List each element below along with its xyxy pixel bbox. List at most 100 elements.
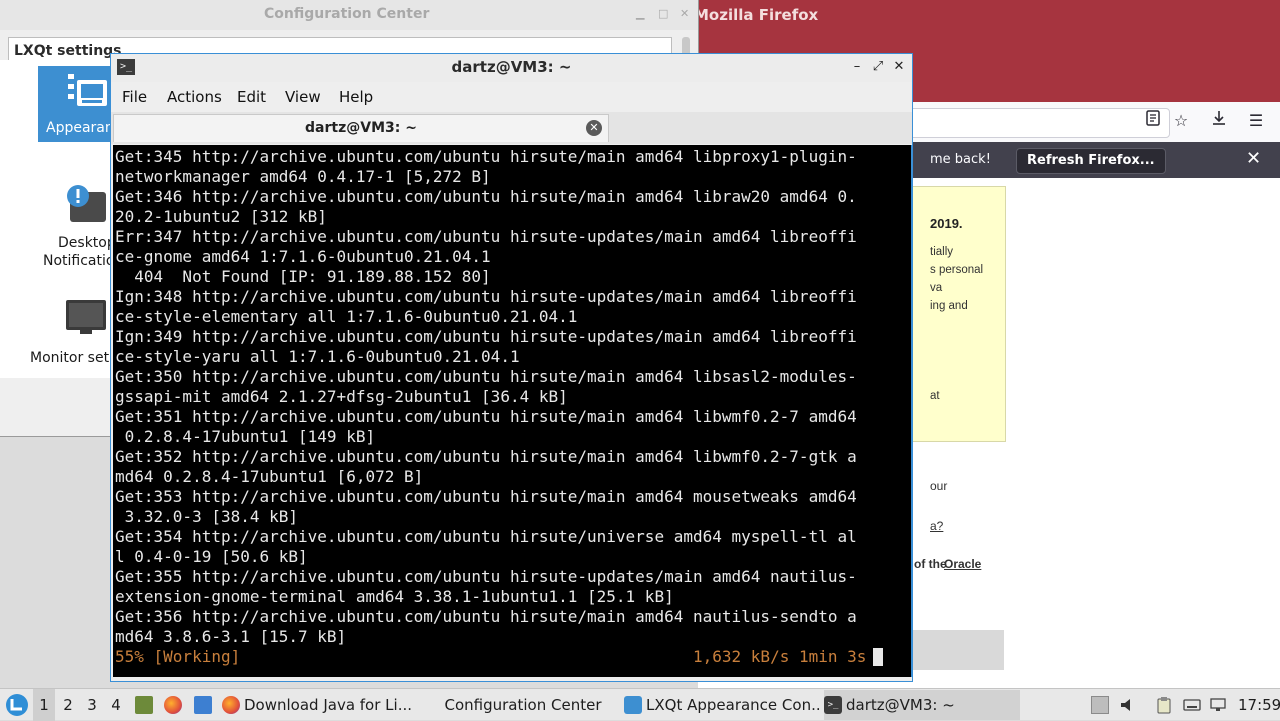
desktop-icon	[194, 696, 212, 714]
desktop-switch-2[interactable]: 2	[57, 689, 79, 721]
taskbar: 1 2 3 4 Download Java for Li... Configur…	[0, 688, 1280, 721]
desktop-switch-4[interactable]: 4	[105, 689, 127, 721]
tray-expand-icon	[1091, 696, 1109, 714]
page-text: our	[930, 479, 948, 493]
task-configuration-center[interactable]: Configuration Center	[428, 690, 618, 720]
terminal-tab[interactable]: dartz@VM3: ~ ✕	[113, 114, 609, 142]
text-cursor	[873, 648, 883, 666]
terminal-line: ce-style-yaru all 1:7.1.6-0ubuntu0.21.04…	[115, 347, 520, 366]
terminal-line: ce-style-elementary all 1:7.1.6-0ubuntu0…	[115, 307, 578, 326]
terminal-line: Get:354 http://archive.ubuntu.com/ubuntu…	[115, 527, 857, 546]
close-icon[interactable]: ✕	[889, 57, 909, 77]
close-icon[interactable]: ✕	[1246, 148, 1261, 169]
terminal-line: Get:346 http://archive.ubuntu.com/ubuntu…	[115, 187, 857, 206]
minimize-icon[interactable]: ▁	[636, 7, 644, 20]
terminal-line: Get:350 http://archive.ubuntu.com/ubuntu…	[115, 367, 857, 386]
monitor-icon	[64, 298, 108, 338]
appearance-icon	[624, 695, 642, 714]
maximize-icon[interactable]: ⤢	[868, 57, 888, 77]
terminal-title: dartz@VM3: ~	[451, 58, 572, 76]
clock[interactable]: 17:59	[1238, 689, 1280, 721]
page-link[interactable]: a?	[930, 519, 943, 533]
terminal-line: 20.2-1ubuntu2 [312 kB]	[115, 207, 327, 226]
terminal-tabbar: dartz@VM3: ~ ✕	[111, 112, 912, 144]
terminal-line: Ign:348 http://archive.ubuntu.com/ubuntu…	[115, 287, 857, 306]
oracle-link[interactable]: Oracle	[944, 557, 981, 571]
terminal-line: Get:345 http://archive.ubuntu.com/ubuntu…	[115, 147, 857, 166]
progress-speed: 1,632 kB/s 1min 3s	[693, 647, 867, 666]
terminal-line: md64 3.8.6-3.1 [15.7 kB]	[115, 627, 347, 646]
terminal-line: 404 Not Found [IP: 91.189.88.152 80]	[115, 267, 491, 286]
task-firefox[interactable]: Download Java for Li...	[222, 690, 418, 720]
desktop-switch-3[interactable]: 3	[81, 689, 103, 721]
clipboard-button[interactable]	[1154, 689, 1176, 721]
terminal-line: 3.32.0-3 [38.4 kB]	[115, 507, 299, 526]
settings-item-label: Monitor set	[30, 350, 110, 366]
settings-item-label: Desktop	[58, 235, 116, 251]
menu-help[interactable]: Help	[339, 88, 373, 106]
task-terminal[interactable]: >_ dartz@VM3: ~	[824, 690, 1020, 720]
notice-text: tially	[930, 246, 954, 258]
settings-item-label: Appearan	[46, 120, 114, 136]
notice-text: ing and	[930, 300, 968, 312]
keyboard-layout-button[interactable]	[1182, 689, 1204, 721]
bookmark-star-icon[interactable]: ☆	[1170, 110, 1192, 132]
volume-button[interactable]	[1118, 689, 1138, 721]
keyboard-icon	[1183, 699, 1201, 711]
file-manager-launcher[interactable]	[134, 689, 154, 721]
task-label: Download Java for Li...	[244, 696, 413, 714]
terminal-line: Get:355 http://archive.ubuntu.com/ubuntu…	[115, 567, 857, 586]
task-label: LXQt Appearance Con...	[646, 696, 820, 714]
clipboard-icon	[1157, 697, 1171, 714]
terminal-scrollbar[interactable]	[911, 145, 912, 677]
terminal-output[interactable]: md64 3.8.6-3.1 [15.7 kB] Get:356 http://a…	[113, 145, 911, 677]
network-icon	[1210, 698, 1226, 711]
menu-view[interactable]: View	[285, 88, 321, 106]
close-tab-icon[interactable]: ✕	[586, 120, 602, 136]
terminal-line: networkmanager amd64 0.4.17-1 [5,272 B]	[115, 167, 491, 186]
menu-file[interactable]: File	[122, 88, 147, 106]
terminal-menubar: File Actions Edit View Help	[111, 82, 912, 110]
tab-title: dartz@VM3: ~	[305, 120, 417, 136]
config-center-title: Configuration Center	[264, 6, 430, 22]
config-center-titlebar[interactable]: Configuration Center ▁ □ ✕	[0, 0, 698, 30]
volume-icon	[1121, 699, 1130, 711]
appearance-icon	[68, 72, 108, 108]
task-lxqt-appearance[interactable]: LXQt Appearance Con...	[624, 690, 820, 720]
maximize-icon[interactable]: □	[658, 7, 668, 20]
firefox-launcher[interactable]	[163, 689, 185, 721]
terminal-titlebar[interactable]: >_ dartz@VM3: ~ – ⤢ ✕	[111, 54, 912, 82]
terminal-line: ce-gnome amd64 1:7.1.6-0ubuntu0.21.04.1	[115, 247, 491, 266]
firefox-icon	[164, 696, 182, 714]
hamburger-menu-icon[interactable]: ☰	[1245, 110, 1267, 132]
reader-view-icon[interactable]	[1142, 110, 1164, 132]
firefox-title: Mozilla Firefox	[698, 6, 819, 24]
network-button[interactable]	[1208, 689, 1230, 721]
tray-arrow-button[interactable]	[1090, 689, 1110, 721]
terminal-line: md64 0.2.8.4-17ubuntu1 [6,072 B]	[115, 467, 424, 486]
minimize-icon[interactable]: –	[847, 57, 867, 77]
start-menu-button[interactable]	[3, 689, 31, 721]
refresh-firefox-button[interactable]: Refresh Firefox...	[1016, 148, 1166, 174]
terminal-line: Ign:349 http://archive.ubuntu.com/ubuntu…	[115, 327, 857, 346]
terminal-window: >_ dartz@VM3: ~ – ⤢ ✕ File Actions Edit …	[110, 53, 913, 682]
downloads-icon[interactable]	[1208, 110, 1230, 132]
terminal-line: Err:347 http://archive.ubuntu.com/ubuntu…	[115, 227, 857, 246]
terminal-line: Get:356 http://archive.ubuntu.com/ubuntu…	[115, 607, 857, 626]
show-desktop-button[interactable]	[193, 689, 215, 721]
terminal-line: gssapi-mit amd64 2.1.27+dfsg-2ubuntu1 [3…	[115, 387, 568, 406]
terminal-line: l 0.4-0-19 [50.6 kB]	[115, 547, 308, 566]
lxqt-logo-icon	[6, 694, 28, 716]
notification-icon	[64, 184, 108, 224]
terminal-icon: >_	[824, 695, 842, 714]
desktop-switch-1[interactable]: 1	[33, 689, 55, 721]
notice-heading: 2019.	[930, 216, 963, 231]
menu-actions[interactable]: Actions	[167, 88, 222, 106]
folder-icon	[135, 696, 153, 714]
menu-edit[interactable]: Edit	[237, 88, 266, 106]
close-icon[interactable]: ✕	[680, 7, 689, 20]
terminal-line: Get:353 http://archive.ubuntu.com/ubuntu…	[115, 487, 857, 506]
notice-text: at	[930, 390, 940, 402]
firefox-icon	[222, 695, 240, 714]
firefox-titlebar[interactable]: Mozilla Firefox	[698, 0, 1280, 30]
